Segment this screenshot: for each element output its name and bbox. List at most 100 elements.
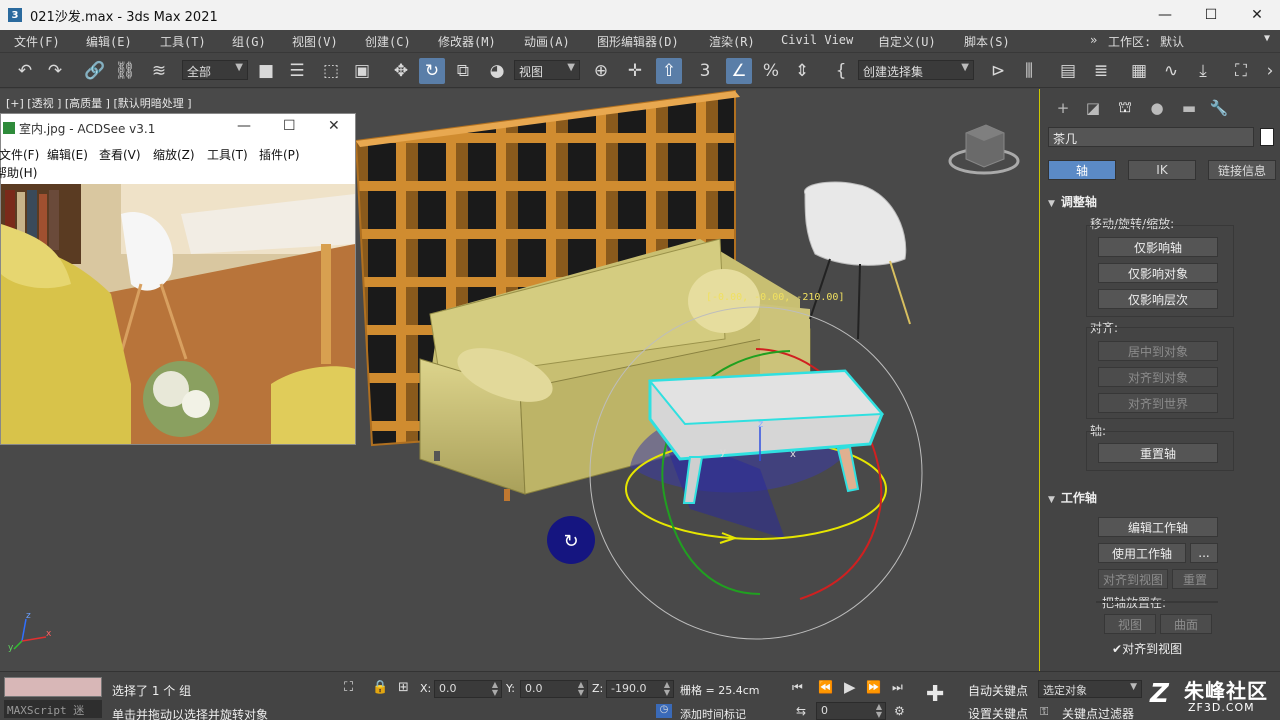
isolate-selection-icon[interactable]: ⛶	[344, 680, 353, 695]
select-object-icon[interactable]: ■	[253, 58, 279, 84]
align-to-view-button[interactable]: 对齐到视图	[1098, 569, 1168, 589]
bind-spacewarp-icon[interactable]: ≋	[146, 58, 172, 84]
maximize-button[interactable]: ☐	[1188, 0, 1234, 30]
menu-edit[interactable]: 编辑(E)	[86, 33, 132, 50]
pivot-center-icon[interactable]: ⊕	[588, 58, 614, 84]
material-editor-icon[interactable]: ⛶	[1228, 58, 1254, 84]
snaps-toggle-icon[interactable]: 3	[692, 58, 718, 84]
acdsee-menu-help[interactable]: 帮助(H)	[0, 164, 37, 181]
percent-snap-icon[interactable]: %	[758, 58, 784, 84]
window-crossing-icon[interactable]: ▣	[349, 58, 375, 84]
menu-tools[interactable]: 工具(T)	[160, 33, 206, 50]
undo-icon[interactable]: ↶	[12, 58, 38, 84]
select-scale-icon[interactable]: ⧉	[450, 58, 476, 84]
tab-pivot[interactable]: 轴	[1048, 160, 1116, 180]
select-move-icon[interactable]: ✥	[388, 58, 414, 84]
edit-working-pivot-button[interactable]: 编辑工作轴	[1098, 517, 1218, 537]
acdsee-window[interactable]: 室内.jpg - ACDSee v3.1 — ☐ ✕ 文件(F) 编辑(E) 查…	[0, 113, 356, 445]
key-mode-toggle-icon[interactable]: ⇆	[796, 704, 806, 718]
scene-explorer-icon[interactable]: ▤	[1055, 58, 1081, 84]
menu-customize[interactable]: 自定义(U)	[878, 33, 936, 50]
utilities-tab-wrench-icon[interactable]: 🔧	[1206, 97, 1232, 119]
display-tab-icon[interactable]: ▬	[1176, 97, 1202, 119]
x-coordinate-field[interactable]: 0.0 ▲ ▼	[434, 680, 502, 698]
menu-scripting[interactable]: 脚本(S)	[964, 33, 1010, 50]
align-to-view-checkbox[interactable]: ✔对齐到视图	[1112, 640, 1182, 657]
key-filter-icon[interactable]: ⚿	[1040, 705, 1048, 719]
menu-modifiers[interactable]: 修改器(M)	[438, 33, 496, 50]
center-to-object-button[interactable]: 居中到对象	[1098, 341, 1218, 361]
edit-named-selection-icon[interactable]: {	[828, 58, 854, 84]
menu-overflow-icon[interactable]: »	[1090, 33, 1097, 47]
minimize-button[interactable]: —	[1142, 0, 1188, 30]
menu-group[interactable]: 组(G)	[232, 33, 266, 50]
keyboard-shortcut-override-icon[interactable]: ⇧	[656, 58, 682, 84]
select-by-name-icon[interactable]: ☰	[284, 58, 310, 84]
acdsee-menu-view[interactable]: 查看(V)	[99, 146, 141, 163]
menu-animation[interactable]: 动画(A)	[524, 33, 570, 50]
rect-selection-icon[interactable]: ⬚	[318, 58, 344, 84]
link-icon[interactable]: 🔗	[82, 58, 108, 84]
next-frame-icon[interactable]: ⏩	[866, 680, 881, 694]
reset-working-pivot-button[interactable]: 重置	[1172, 569, 1218, 589]
close-button[interactable]: ✕	[1234, 0, 1280, 30]
tab-link-info[interactable]: 链接信息	[1208, 160, 1276, 180]
menu-rendering[interactable]: 渲染(R)	[709, 33, 755, 50]
set-key-button[interactable]: 设置关键点	[968, 705, 1028, 720]
select-manipulate-icon[interactable]: ✛	[622, 58, 648, 84]
affect-pivot-only-button[interactable]: 仅影响轴	[1098, 237, 1218, 257]
reference-coordinate-dropdown[interactable]: 视图 ▼	[514, 60, 580, 80]
acdsee-close-button[interactable]: ✕	[328, 118, 340, 134]
object-name-field[interactable]: 茶几	[1048, 127, 1254, 147]
use-working-pivot-button[interactable]: 使用工作轴	[1098, 543, 1186, 563]
time-tag-icon[interactable]: ◷	[656, 704, 672, 718]
absolute-relative-transform-icon[interactable]: ⊞	[398, 680, 409, 695]
chair-model[interactable]	[804, 181, 911, 340]
tab-ik[interactable]: IK	[1128, 160, 1196, 180]
create-tab-plus-icon[interactable]: +	[1050, 97, 1076, 119]
menu-views[interactable]: 视图(V)	[292, 33, 338, 50]
reset-pivot-button[interactable]: 重置轴	[1098, 443, 1218, 463]
spinner-icon[interactable]: ▲ ▼	[578, 681, 584, 697]
add-time-tag-button[interactable]: 添加时间标记	[680, 706, 746, 720]
angle-snap-icon[interactable]: ∠	[726, 58, 752, 84]
object-color-swatch[interactable]	[1260, 128, 1274, 146]
acdsee-menu-edit[interactable]: 编辑(E)	[47, 146, 88, 163]
z-coordinate-field[interactable]: -190.0 ▲ ▼	[606, 680, 674, 698]
select-rotate-icon[interactable]: ↻	[419, 58, 445, 84]
set-key-plus-icon[interactable]: ✚	[926, 682, 944, 707]
menu-create[interactable]: 创建(C)	[365, 33, 411, 50]
align-to-world-button[interactable]: 对齐到世界	[1098, 393, 1218, 413]
place-pivot-view-button[interactable]: 视图	[1104, 614, 1156, 634]
maxscript-listener-box[interactable]	[4, 677, 102, 697]
viewport-label[interactable]: [+] [透视 ] [高质量 ] [默认明暗处理 ]	[6, 95, 192, 111]
rollout-adjust-pivot[interactable]: ▼ 调整轴	[1048, 193, 1270, 211]
placement-icon[interactable]: ◕	[484, 58, 510, 84]
align-icon[interactable]: ⫼	[1016, 58, 1042, 84]
y-coordinate-field[interactable]: 0.0 ▲ ▼	[520, 680, 588, 698]
time-configuration-icon[interactable]: ⚙	[894, 704, 905, 718]
align-to-object-button[interactable]: 对齐到对象	[1098, 367, 1218, 387]
named-selection-dropdown[interactable]: 创建选择集 ▼	[858, 60, 974, 80]
go-to-start-icon[interactable]: ⏮	[792, 680, 803, 695]
rollout-working-pivot[interactable]: ▼ 工作轴	[1048, 489, 1270, 507]
key-filters-button[interactable]: 关键点过滤器	[1062, 705, 1134, 720]
toolbar-overflow-icon[interactable]: ›	[1262, 58, 1278, 84]
acdsee-menu-file[interactable]: 文件(F)	[0, 146, 39, 163]
spinner-icon[interactable]: ▲ ▼	[876, 703, 882, 719]
motion-tab-icon[interactable]: ●	[1144, 97, 1170, 119]
spinner-snap-icon[interactable]: ⇕	[789, 58, 815, 84]
acdsee-menu-plugins[interactable]: 插件(P)	[259, 146, 300, 163]
selection-lock-icon[interactable]: 🔒	[372, 680, 388, 695]
play-icon[interactable]: ▶	[844, 678, 856, 696]
menu-file[interactable]: 文件(F)	[14, 33, 60, 50]
curve-editor-icon[interactable]: ∿	[1158, 58, 1184, 84]
unlink-icon[interactable]: ⛓	[112, 58, 138, 84]
mirror-icon[interactable]: ⊳	[985, 58, 1011, 84]
acdsee-menu-zoom[interactable]: 缩放(Z)	[153, 146, 195, 163]
maxscript-mini-listener[interactable]: MAXScript 迷	[4, 700, 102, 718]
schematic-view-icon[interactable]: ⤓	[1190, 58, 1216, 84]
affect-object-only-button[interactable]: 仅影响对象	[1098, 263, 1218, 283]
layer-explorer-icon[interactable]: ≣	[1088, 58, 1114, 84]
menu-graph-editors[interactable]: 图形编辑器(D)	[597, 33, 679, 50]
